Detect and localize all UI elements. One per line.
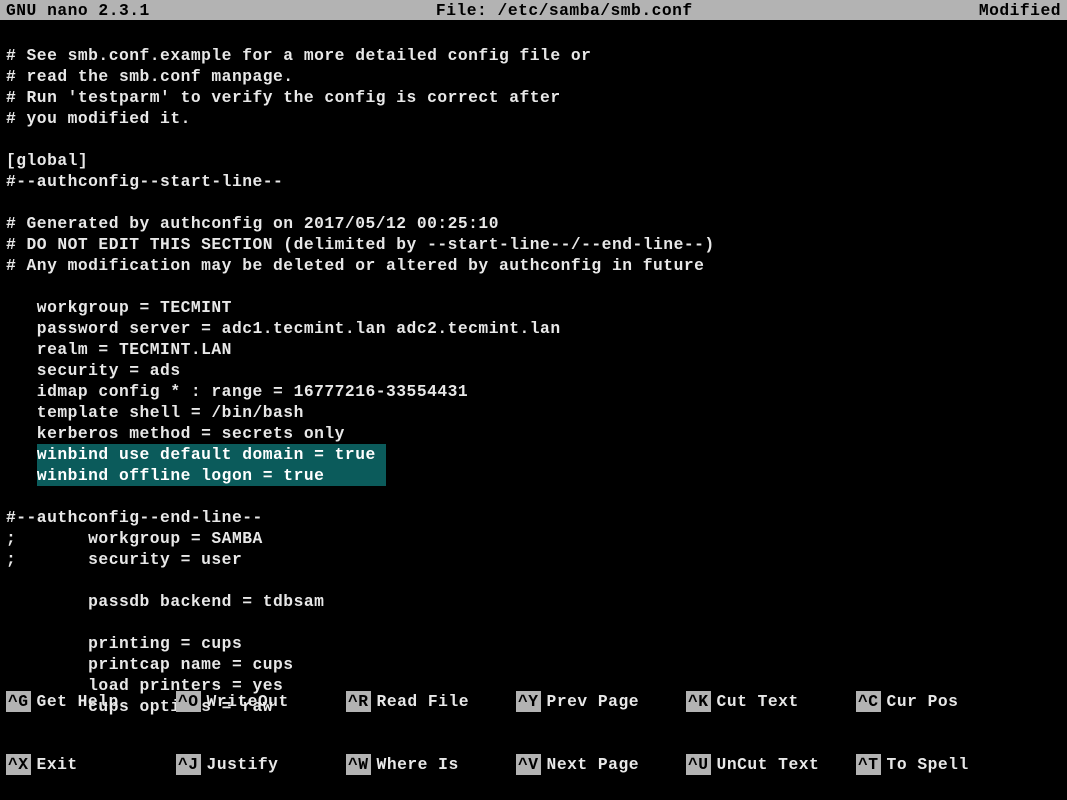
shortcut-item[interactable]: ^C Cur Pos bbox=[856, 691, 1026, 712]
shortcut-item[interactable]: ^J Justify bbox=[176, 754, 346, 775]
shortcut-label: UnCut Text bbox=[717, 754, 820, 775]
editor-line[interactable]: # DO NOT EDIT THIS SECTION (delimited by… bbox=[6, 234, 1061, 255]
titlebar: GNU nano 2.3.1 File: /etc/samba/smb.conf… bbox=[0, 0, 1067, 20]
shortcut-key: ^T bbox=[856, 754, 881, 775]
editor-line[interactable]: ; security = user bbox=[6, 549, 1061, 570]
shortcut-item[interactable]: ^W Where Is bbox=[346, 754, 516, 775]
shortcut-key: ^W bbox=[346, 754, 371, 775]
editor-line[interactable]: # Generated by authconfig on 2017/05/12 … bbox=[6, 213, 1061, 234]
editor-line[interactable]: # Run 'testparm' to verify the config is… bbox=[6, 87, 1061, 108]
editor-line[interactable] bbox=[6, 24, 1061, 45]
shortcut-key: ^X bbox=[6, 754, 31, 775]
editor-line[interactable]: kerberos method = secrets only bbox=[6, 423, 1061, 444]
shortcut-label: Cur Pos bbox=[887, 691, 959, 712]
shortcut-item[interactable]: ^R Read File bbox=[346, 691, 516, 712]
shortcut-key: ^G bbox=[6, 691, 31, 712]
shortcut-row-1: ^G Get Help ^O WriteOut ^R Read File ^Y Prev Pa… bbox=[6, 691, 1061, 712]
editor-line[interactable] bbox=[6, 612, 1061, 633]
shortcut-key: ^V bbox=[516, 754, 541, 775]
editor-line[interactable] bbox=[6, 192, 1061, 213]
editor-line[interactable]: # See smb.conf.example for a more detail… bbox=[6, 45, 1061, 66]
shortcut-item[interactable]: ^V Next Page bbox=[516, 754, 686, 775]
shortcut-item[interactable]: ^K Cut Text bbox=[686, 691, 856, 712]
editor-line[interactable]: workgroup = TECMINT bbox=[6, 297, 1061, 318]
shortcut-label: Get Help bbox=[37, 691, 119, 712]
shortcut-key: ^C bbox=[856, 691, 881, 712]
shortcut-label: Prev Page bbox=[547, 691, 639, 712]
editor-line[interactable] bbox=[6, 570, 1061, 591]
editor-line[interactable] bbox=[6, 486, 1061, 507]
editor-area[interactable]: # See smb.conf.example for a more detail… bbox=[0, 20, 1067, 717]
shortcut-item[interactable]: ^U UnCut Text bbox=[686, 754, 856, 775]
shortcut-item[interactable]: ^O WriteOut bbox=[176, 691, 346, 712]
shortcut-key: ^J bbox=[176, 754, 201, 775]
editor-line[interactable] bbox=[6, 129, 1061, 150]
shortcut-label: Exit bbox=[37, 754, 78, 775]
shortcut-label: WriteOut bbox=[207, 691, 289, 712]
file-path: File: /etc/samba/smb.conf bbox=[150, 1, 979, 20]
shortcut-key: ^U bbox=[686, 754, 711, 775]
shortcut-bar: ^G Get Help ^O WriteOut ^R Read File ^Y Prev Pa… bbox=[0, 649, 1067, 800]
editor-line[interactable]: realm = TECMINT.LAN bbox=[6, 339, 1061, 360]
editor-line[interactable]: #--authconfig--start-line-- bbox=[6, 171, 1061, 192]
app-name: GNU nano 2.3.1 bbox=[6, 1, 150, 20]
shortcut-label: Read File bbox=[377, 691, 469, 712]
editor-line[interactable]: password server = adc1.tecmint.lan adc2.… bbox=[6, 318, 1061, 339]
shortcut-label: Where Is bbox=[377, 754, 459, 775]
editor-line[interactable] bbox=[6, 276, 1061, 297]
highlighted-text[interactable]: winbind offline logon = true bbox=[37, 465, 386, 486]
editor-line[interactable]: # read the smb.conf manpage. bbox=[6, 66, 1061, 87]
shortcut-label: Justify bbox=[207, 754, 279, 775]
shortcut-key: ^R bbox=[346, 691, 371, 712]
modified-status: Modified bbox=[979, 1, 1061, 20]
editor-line[interactable]: # you modified it. bbox=[6, 108, 1061, 129]
shortcut-key: ^O bbox=[176, 691, 201, 712]
shortcut-key: ^K bbox=[686, 691, 711, 712]
shortcut-label: Cut Text bbox=[717, 691, 799, 712]
shortcut-item[interactable]: ^X Exit bbox=[6, 754, 176, 775]
shortcut-item[interactable]: ^Y Prev Page bbox=[516, 691, 686, 712]
editor-line[interactable]: #--authconfig--end-line-- bbox=[6, 507, 1061, 528]
editor-line[interactable]: ; workgroup = SAMBA bbox=[6, 528, 1061, 549]
editor-line[interactable]: # Any modification may be deleted or alt… bbox=[6, 255, 1061, 276]
shortcut-row-2: ^X Exit ^J Justify ^W Where Is ^V Next Page ^U Un… bbox=[6, 754, 1061, 775]
shortcut-item[interactable]: ^G Get Help bbox=[6, 691, 176, 712]
editor-line[interactable]: [global] bbox=[6, 150, 1061, 171]
editor-line[interactable]: winbind offline logon = true bbox=[6, 465, 1061, 486]
editor-line[interactable]: winbind use default domain = true bbox=[6, 444, 1061, 465]
shortcut-label: Next Page bbox=[547, 754, 639, 775]
editor-line[interactable]: security = ads bbox=[6, 360, 1061, 381]
editor-line[interactable]: template shell = /bin/bash bbox=[6, 402, 1061, 423]
editor-line[interactable]: passdb backend = tdbsam bbox=[6, 591, 1061, 612]
highlighted-text[interactable]: winbind use default domain = true bbox=[37, 444, 386, 465]
shortcut-label: To Spell bbox=[887, 754, 969, 775]
editor-line[interactable]: idmap config * : range = 16777216-335544… bbox=[6, 381, 1061, 402]
shortcut-key: ^Y bbox=[516, 691, 541, 712]
shortcut-item[interactable]: ^T To Spell bbox=[856, 754, 1026, 775]
